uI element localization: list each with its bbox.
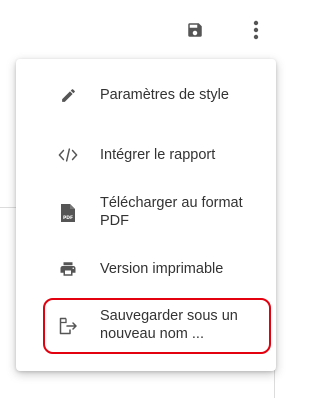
code-icon [58, 145, 78, 165]
menu-item-label: Version imprimable [100, 261, 224, 277]
save-button[interactable] [183, 18, 207, 42]
options-menu: Paramètres de style Intégrer le rapport … [16, 59, 276, 371]
menu-item-label: Télécharger au format PDF [100, 195, 243, 229]
menu-item-save-as[interactable]: Sauvegarder sous un nouveau nom ... [16, 304, 276, 348]
pdf-file-icon: PDF [58, 203, 78, 223]
more-options-button[interactable] [244, 18, 268, 42]
menu-item-printable-version[interactable]: Version imprimable [16, 255, 276, 283]
menu-item-download-pdf[interactable]: PDF Télécharger au format PDF [16, 191, 276, 235]
menu-item-label: Paramètres de style [100, 87, 229, 103]
vertical-dots-icon [253, 20, 259, 40]
save-as-icon [58, 316, 78, 336]
svg-text:PDF: PDF [63, 215, 73, 221]
menu-item-embed-report[interactable]: Intégrer le rapport [16, 141, 276, 169]
floppy-disk-icon [188, 23, 202, 37]
menu-item-label: Sauvegarder sous un nouveau nom ... [100, 308, 238, 342]
menu-item-style-settings[interactable]: Paramètres de style [16, 81, 276, 109]
menu-item-label: Intégrer le rapport [100, 147, 216, 163]
pencil-icon [58, 85, 78, 105]
printer-icon [58, 259, 78, 279]
